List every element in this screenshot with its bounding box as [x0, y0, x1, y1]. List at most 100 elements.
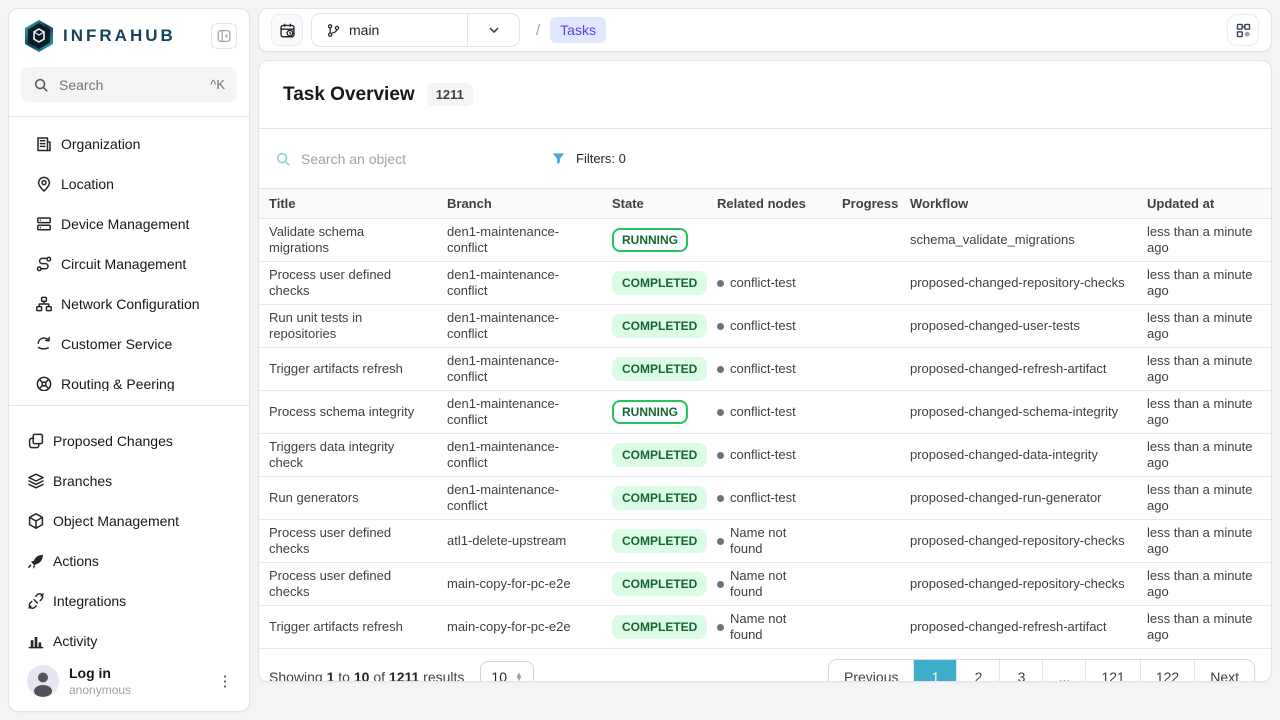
sidebar-item-integrations[interactable]: Integrations	[9, 581, 249, 621]
cell-state: COMPLETED	[602, 520, 707, 563]
cell-title: Trigger artifacts refresh	[259, 606, 437, 649]
select-stepper-icon: ▲▼	[515, 673, 523, 681]
sidebar-item-circuit-management-icon	[35, 255, 53, 273]
branch-name: main	[349, 22, 379, 38]
col-title: Title	[259, 189, 437, 219]
branch-selector[interactable]: main	[311, 13, 520, 47]
sidebar-item-customer-service[interactable]: Customer Service	[9, 324, 249, 364]
cell-workflow: proposed-changed-data-integrity	[900, 434, 1137, 477]
col-progress: Progress	[832, 189, 900, 219]
cell-related: Name not found	[707, 563, 832, 606]
sidebar-item-device-management-icon	[35, 215, 53, 233]
sidebar-search-input[interactable]: Search ^K	[21, 67, 237, 102]
cell-related: conflict-test	[707, 305, 832, 348]
state-badge: COMPLETED	[612, 357, 707, 381]
sidebar-item-actions[interactable]: Actions	[9, 541, 249, 581]
cell-updated: less than a minute ago	[1137, 262, 1271, 305]
sidebar-item-routing-peering-icon	[35, 375, 53, 391]
cell-state: COMPLETED	[602, 434, 707, 477]
breadcrumb-tasks[interactable]: Tasks	[550, 17, 606, 43]
related-node-dot	[717, 624, 724, 631]
sidebar-item-location[interactable]: Location	[9, 164, 249, 204]
pagination-page-3[interactable]: 3	[1000, 660, 1043, 683]
cell-branch: den1-maintenance-conflict	[437, 434, 602, 477]
state-badge: COMPLETED	[612, 615, 707, 639]
sidebar-item-object-management-icon	[27, 512, 45, 530]
related-node-dot	[717, 495, 724, 502]
sidebar-item-location-icon	[35, 175, 53, 193]
pagination-ellipsis[interactable]: ...	[1043, 660, 1086, 683]
page-size-select[interactable]: 10 ▲▼	[480, 661, 534, 683]
branch-selector-value[interactable]: main	[312, 14, 467, 46]
object-search-input[interactable]: Search an object	[275, 151, 495, 167]
sidebar-item-branches[interactable]: Branches	[9, 461, 249, 501]
task-row[interactable]: Trigger artifacts refresh main-copy-for-…	[259, 606, 1271, 649]
task-row[interactable]: Trigger artifacts refresh den1-maintenan…	[259, 348, 1271, 391]
task-row[interactable]: Process user defined checks atl1-delete-…	[259, 520, 1271, 563]
task-row[interactable]: Run generators den1-maintenance-conflict…	[259, 477, 1271, 520]
sidebar-item-network-configuration[interactable]: Network Configuration	[9, 284, 249, 324]
cell-workflow: proposed-changed-schema-integrity	[900, 391, 1137, 434]
pagination-page-1[interactable]: 1	[914, 660, 957, 683]
cell-updated: less than a minute ago	[1137, 520, 1271, 563]
user-menu-kebab-icon[interactable]: ⋮	[215, 672, 235, 690]
cell-updated: less than a minute ago	[1137, 219, 1271, 262]
branch-selector-caret[interactable]	[467, 14, 519, 46]
avatar	[27, 665, 59, 697]
pagination-page-2[interactable]: 2	[957, 660, 1000, 683]
sidebar-app-menu: Proposed ChangesBranchesObject Managemen…	[9, 421, 249, 655]
col-branch: Branch	[437, 189, 602, 219]
task-row[interactable]: Triggers data integrity check den1-maint…	[259, 434, 1271, 477]
username-label: anonymous	[69, 683, 205, 697]
top-header: main / Tasks	[258, 8, 1272, 52]
pagination-previous[interactable]: Previous	[829, 660, 914, 683]
state-badge: RUNNING	[612, 400, 688, 424]
cell-related: conflict-test	[707, 434, 832, 477]
cell-title: Process schema integrity	[259, 391, 437, 434]
cell-updated: less than a minute ago	[1137, 391, 1271, 434]
sidebar-item-activity[interactable]: Activity	[9, 621, 249, 655]
apps-menu-button[interactable]	[1227, 14, 1259, 46]
search-placeholder: Search	[59, 77, 210, 93]
cell-updated: less than a minute ago	[1137, 348, 1271, 391]
task-row[interactable]: Process schema integrity den1-maintenanc…	[259, 391, 1271, 434]
pagination: Previous123...121122Next	[828, 659, 1255, 683]
sidebar-collapse-button[interactable]	[211, 23, 237, 49]
cell-state: COMPLETED	[602, 262, 707, 305]
cell-workflow: proposed-changed-user-tests	[900, 305, 1137, 348]
cell-updated: less than a minute ago	[1137, 477, 1271, 520]
user-row[interactable]: Log in anonymous ⋮	[9, 655, 249, 711]
cell-title: Validate schema migrations	[259, 219, 437, 262]
task-row[interactable]: Validate schema migrations den1-maintena…	[259, 219, 1271, 262]
search-shortcut: ^K	[210, 77, 225, 92]
pagination-next[interactable]: Next	[1195, 660, 1254, 683]
related-node-dot	[717, 409, 724, 416]
time-travel-button[interactable]	[271, 14, 303, 46]
sidebar-item-object-management[interactable]: Object Management	[9, 501, 249, 541]
login-label[interactable]: Log in	[69, 665, 205, 681]
sidebar-object-menu: OrganizationLocationDevice ManagementCir…	[9, 124, 249, 391]
breadcrumb-separator: /	[536, 22, 540, 39]
cell-related: Name not found	[707, 520, 832, 563]
task-row[interactable]: Process user defined checks den1-mainten…	[259, 262, 1271, 305]
cell-title: Triggers data integrity check	[259, 434, 437, 477]
pagination-page-121[interactable]: 121	[1086, 660, 1140, 683]
cell-state: COMPLETED	[602, 305, 707, 348]
pagination-page-122[interactable]: 122	[1141, 660, 1195, 683]
cell-branch: den1-maintenance-conflict	[437, 348, 602, 391]
sidebar-item-organization[interactable]: Organization	[9, 124, 249, 164]
state-badge: COMPLETED	[612, 314, 707, 338]
sidebar-item-customer-service-icon	[35, 335, 53, 353]
sidebar-item-circuit-management[interactable]: Circuit Management	[9, 244, 249, 284]
cell-branch: den1-maintenance-conflict	[437, 305, 602, 348]
cell-state: COMPLETED	[602, 563, 707, 606]
cell-branch: den1-maintenance-conflict	[437, 262, 602, 305]
related-node-dot	[717, 280, 724, 287]
task-row[interactable]: Run unit tests in repositories den1-main…	[259, 305, 1271, 348]
sidebar-item-proposed-changes[interactable]: Proposed Changes	[9, 421, 249, 461]
task-row[interactable]: Process user defined checks main-copy-fo…	[259, 563, 1271, 606]
sidebar-item-routing-peering[interactable]: Routing & Peering	[9, 364, 249, 391]
sidebar-item-device-management[interactable]: Device Management	[9, 204, 249, 244]
filters-button[interactable]: Filters: 0	[551, 151, 626, 166]
cell-updated: less than a minute ago	[1137, 563, 1271, 606]
